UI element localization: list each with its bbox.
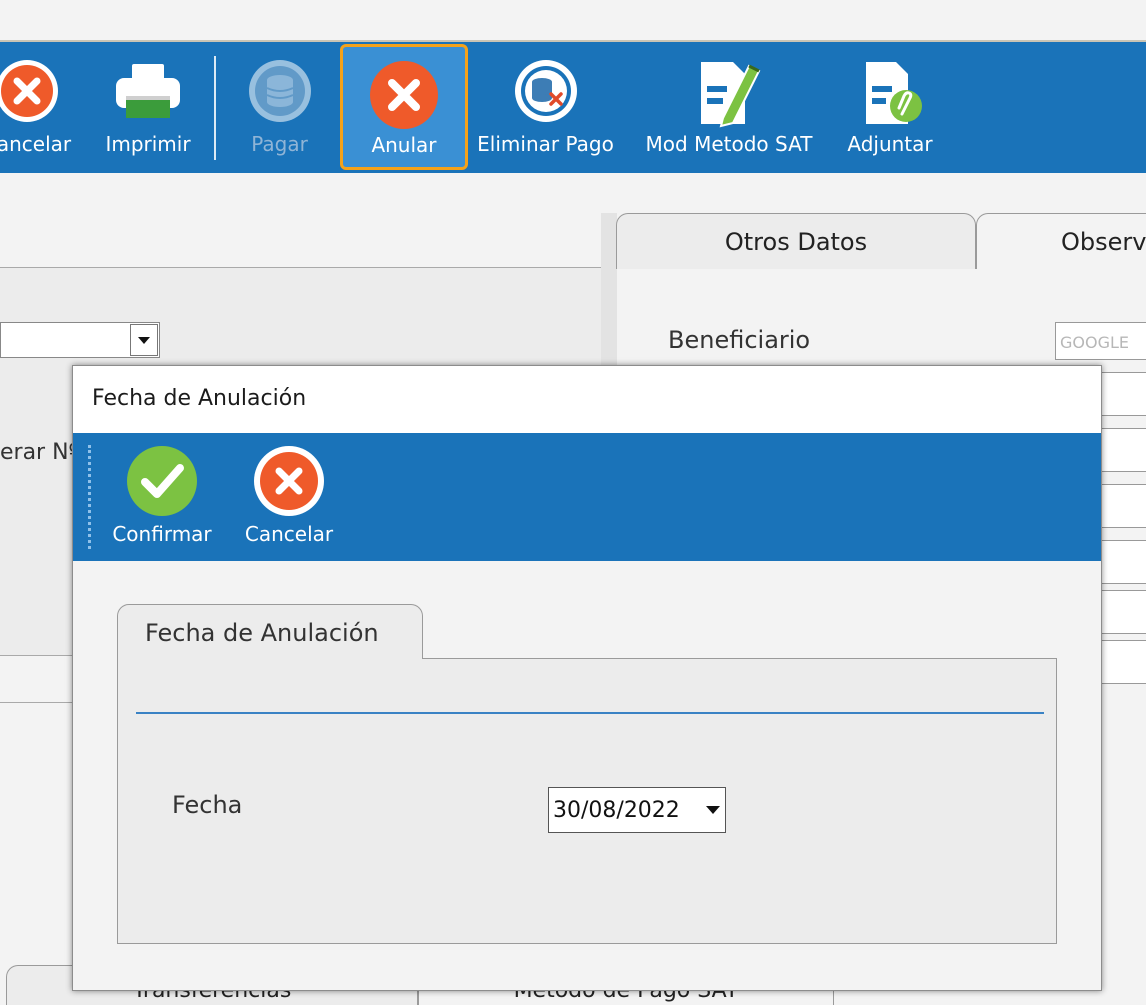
cancel-button-label: Cancelar — [0, 132, 72, 156]
void-icon — [370, 61, 438, 129]
combo-dropdown-arrow[interactable] — [130, 324, 158, 356]
cancel-icon — [254, 446, 324, 516]
tab-fecha-anulacion-label: Fecha de Anulación — [145, 619, 379, 647]
section-divider — [136, 712, 1044, 714]
edit-document-icon — [701, 62, 761, 128]
attach-button[interactable]: Adjuntar — [838, 42, 942, 173]
dialog-cancel-button-label: Cancelar — [244, 522, 334, 546]
beneficiario-label: Beneficiario — [668, 326, 811, 354]
dialog-toolbar: Confirmar Cancelar — [73, 433, 1101, 561]
attach-button-label: Adjuntar — [847, 132, 933, 156]
main-toolbar: Cancelar Imprimir Pagar Anular — [0, 40, 1146, 173]
toolbar-separator — [214, 56, 216, 160]
print-button-label: Imprimir — [105, 132, 191, 156]
delete-payment-button-label: Eliminar Pago — [477, 132, 614, 156]
dialog-title-bar[interactable]: Fecha de Anulación — [73, 366, 1101, 433]
check-icon — [127, 446, 197, 516]
dialog-tab-panel: Fecha 30/08/2022 — [117, 658, 1057, 944]
printer-icon — [116, 64, 180, 118]
pay-button-label: Pagar — [251, 132, 308, 156]
toolbar-grip[interactable] — [88, 445, 91, 549]
dialog-cancel-button[interactable]: Cancelar — [235, 433, 343, 561]
void-date-dialog: Fecha de Anulación Confirmar Cancelar Fe… — [72, 365, 1102, 991]
dialog-title: Fecha de Anulación — [92, 386, 307, 411]
tab-otros-datos[interactable]: Otros Datos — [616, 213, 976, 269]
fecha-label: Fecha — [172, 791, 243, 819]
mod-metodo-sat-button-label: Mod Metodo SAT — [645, 132, 813, 156]
mod-metodo-sat-button[interactable]: Mod Metodo SAT — [638, 42, 820, 173]
void-button-label: Anular — [371, 133, 437, 157]
pay-button[interactable]: Pagar — [232, 42, 327, 173]
confirm-button-label: Confirmar — [112, 522, 212, 546]
fecha-value: 30/08/2022 — [553, 798, 680, 823]
void-button[interactable]: Anular — [340, 44, 468, 170]
confirm-button[interactable]: Confirmar — [103, 433, 221, 561]
beneficiario-field[interactable]: GOOGLE — [1055, 322, 1146, 360]
partial-label: erar Nº — [0, 440, 79, 465]
delete-payment-button[interactable]: Eliminar Pago — [472, 42, 619, 173]
tab-observaciones[interactable]: Observ — [976, 213, 1146, 269]
print-button[interactable]: Imprimir — [98, 42, 198, 173]
delete-payment-icon — [514, 60, 577, 122]
chevron-down-icon[interactable] — [706, 806, 720, 814]
tab-fecha-anulacion[interactable]: Fecha de Anulación — [117, 604, 423, 660]
cancel-icon — [0, 60, 58, 122]
coins-icon — [248, 60, 311, 122]
fecha-date-picker[interactable]: 30/08/2022 — [548, 787, 726, 833]
cancel-button[interactable]: Cancelar — [0, 42, 82, 173]
tab-joint — [118, 656, 422, 660]
attach-document-icon — [866, 62, 922, 124]
